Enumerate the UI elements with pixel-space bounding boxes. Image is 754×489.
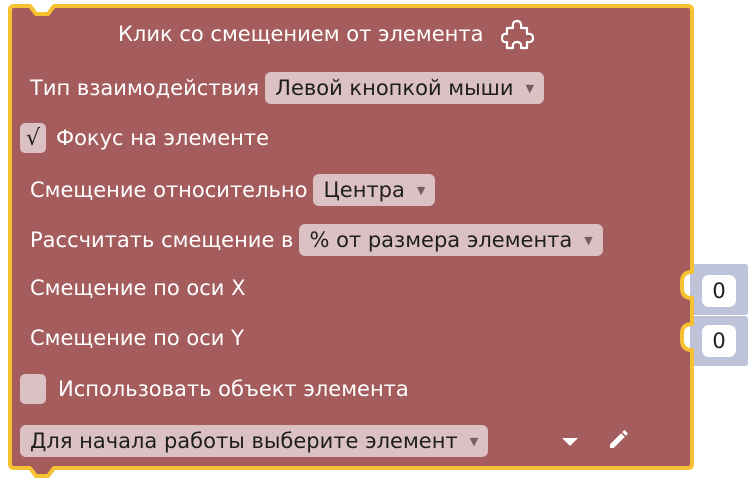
interaction-row: Тип взаимодействия Левой кнопкой мыши ▼ xyxy=(30,72,545,104)
block-header: Клик со смещением от элемента xyxy=(118,17,537,51)
calc-offset-row: Рассчитать смещение в % от размера элеме… xyxy=(30,224,603,256)
offset-y-input[interactable]: 0 xyxy=(702,325,736,357)
calc-offset-value: % от размера элемента xyxy=(309,228,573,252)
use-object-label: Использовать объект элемента xyxy=(58,377,409,401)
element-select-row: Для начала работы выберите элемент ▼ xyxy=(20,425,489,457)
edit-element-button[interactable] xyxy=(604,424,634,454)
block-title: Клик со смещением от элемента xyxy=(118,22,484,46)
dropdown-arrow-icon: ▼ xyxy=(584,233,593,247)
element-select-dropdown[interactable]: Для начала работы выберите элемент ▼ xyxy=(20,425,489,457)
caret-down-icon xyxy=(562,438,578,446)
check-mark-icon: √ xyxy=(25,125,41,151)
offset-relative-label: Смещение относительно xyxy=(30,178,308,202)
offset-x-label: Смещение по оси X xyxy=(30,276,246,300)
interaction-dropdown[interactable]: Левой кнопкой мыши ▼ xyxy=(265,72,545,104)
offset-y-row: Смещение по оси Y xyxy=(30,326,244,350)
offset-relative-value: Центра xyxy=(323,178,405,202)
offset-relative-row: Смещение относительно Центра ▼ xyxy=(30,174,436,206)
use-object-checkbox[interactable] xyxy=(20,374,46,404)
calc-offset-dropdown[interactable]: % от размера элемента ▼ xyxy=(299,224,603,256)
dropdown-arrow-icon: ▼ xyxy=(525,81,535,95)
focus-row: √ Фокус на элементе xyxy=(20,123,269,153)
pencil-icon xyxy=(610,430,628,448)
dropdown-arrow-icon: ▼ xyxy=(416,183,426,197)
focus-label: Фокус на элементе xyxy=(56,126,270,150)
use-object-row: Использовать объект элемента xyxy=(20,374,409,404)
calc-offset-label: Рассчитать смещение в xyxy=(30,228,294,252)
dropdown-arrow-icon: ▼ xyxy=(469,434,479,448)
offset-x-row: Смещение по оси X xyxy=(30,276,245,300)
expand-dropdown-button[interactable] xyxy=(556,428,584,456)
offset-x-input[interactable]: 0 xyxy=(702,275,736,307)
offset-relative-dropdown[interactable]: Центра ▼ xyxy=(313,174,436,206)
puzzle-icon[interactable] xyxy=(501,17,537,51)
focus-checkbox[interactable]: √ xyxy=(20,123,46,153)
element-select-value: Для начала работы выберите элемент xyxy=(30,429,458,453)
interaction-value: Левой кнопкой мыши xyxy=(275,76,514,100)
interaction-label: Тип взаимодействия xyxy=(30,76,260,100)
offset-y-label: Смещение по оси Y xyxy=(30,326,244,350)
